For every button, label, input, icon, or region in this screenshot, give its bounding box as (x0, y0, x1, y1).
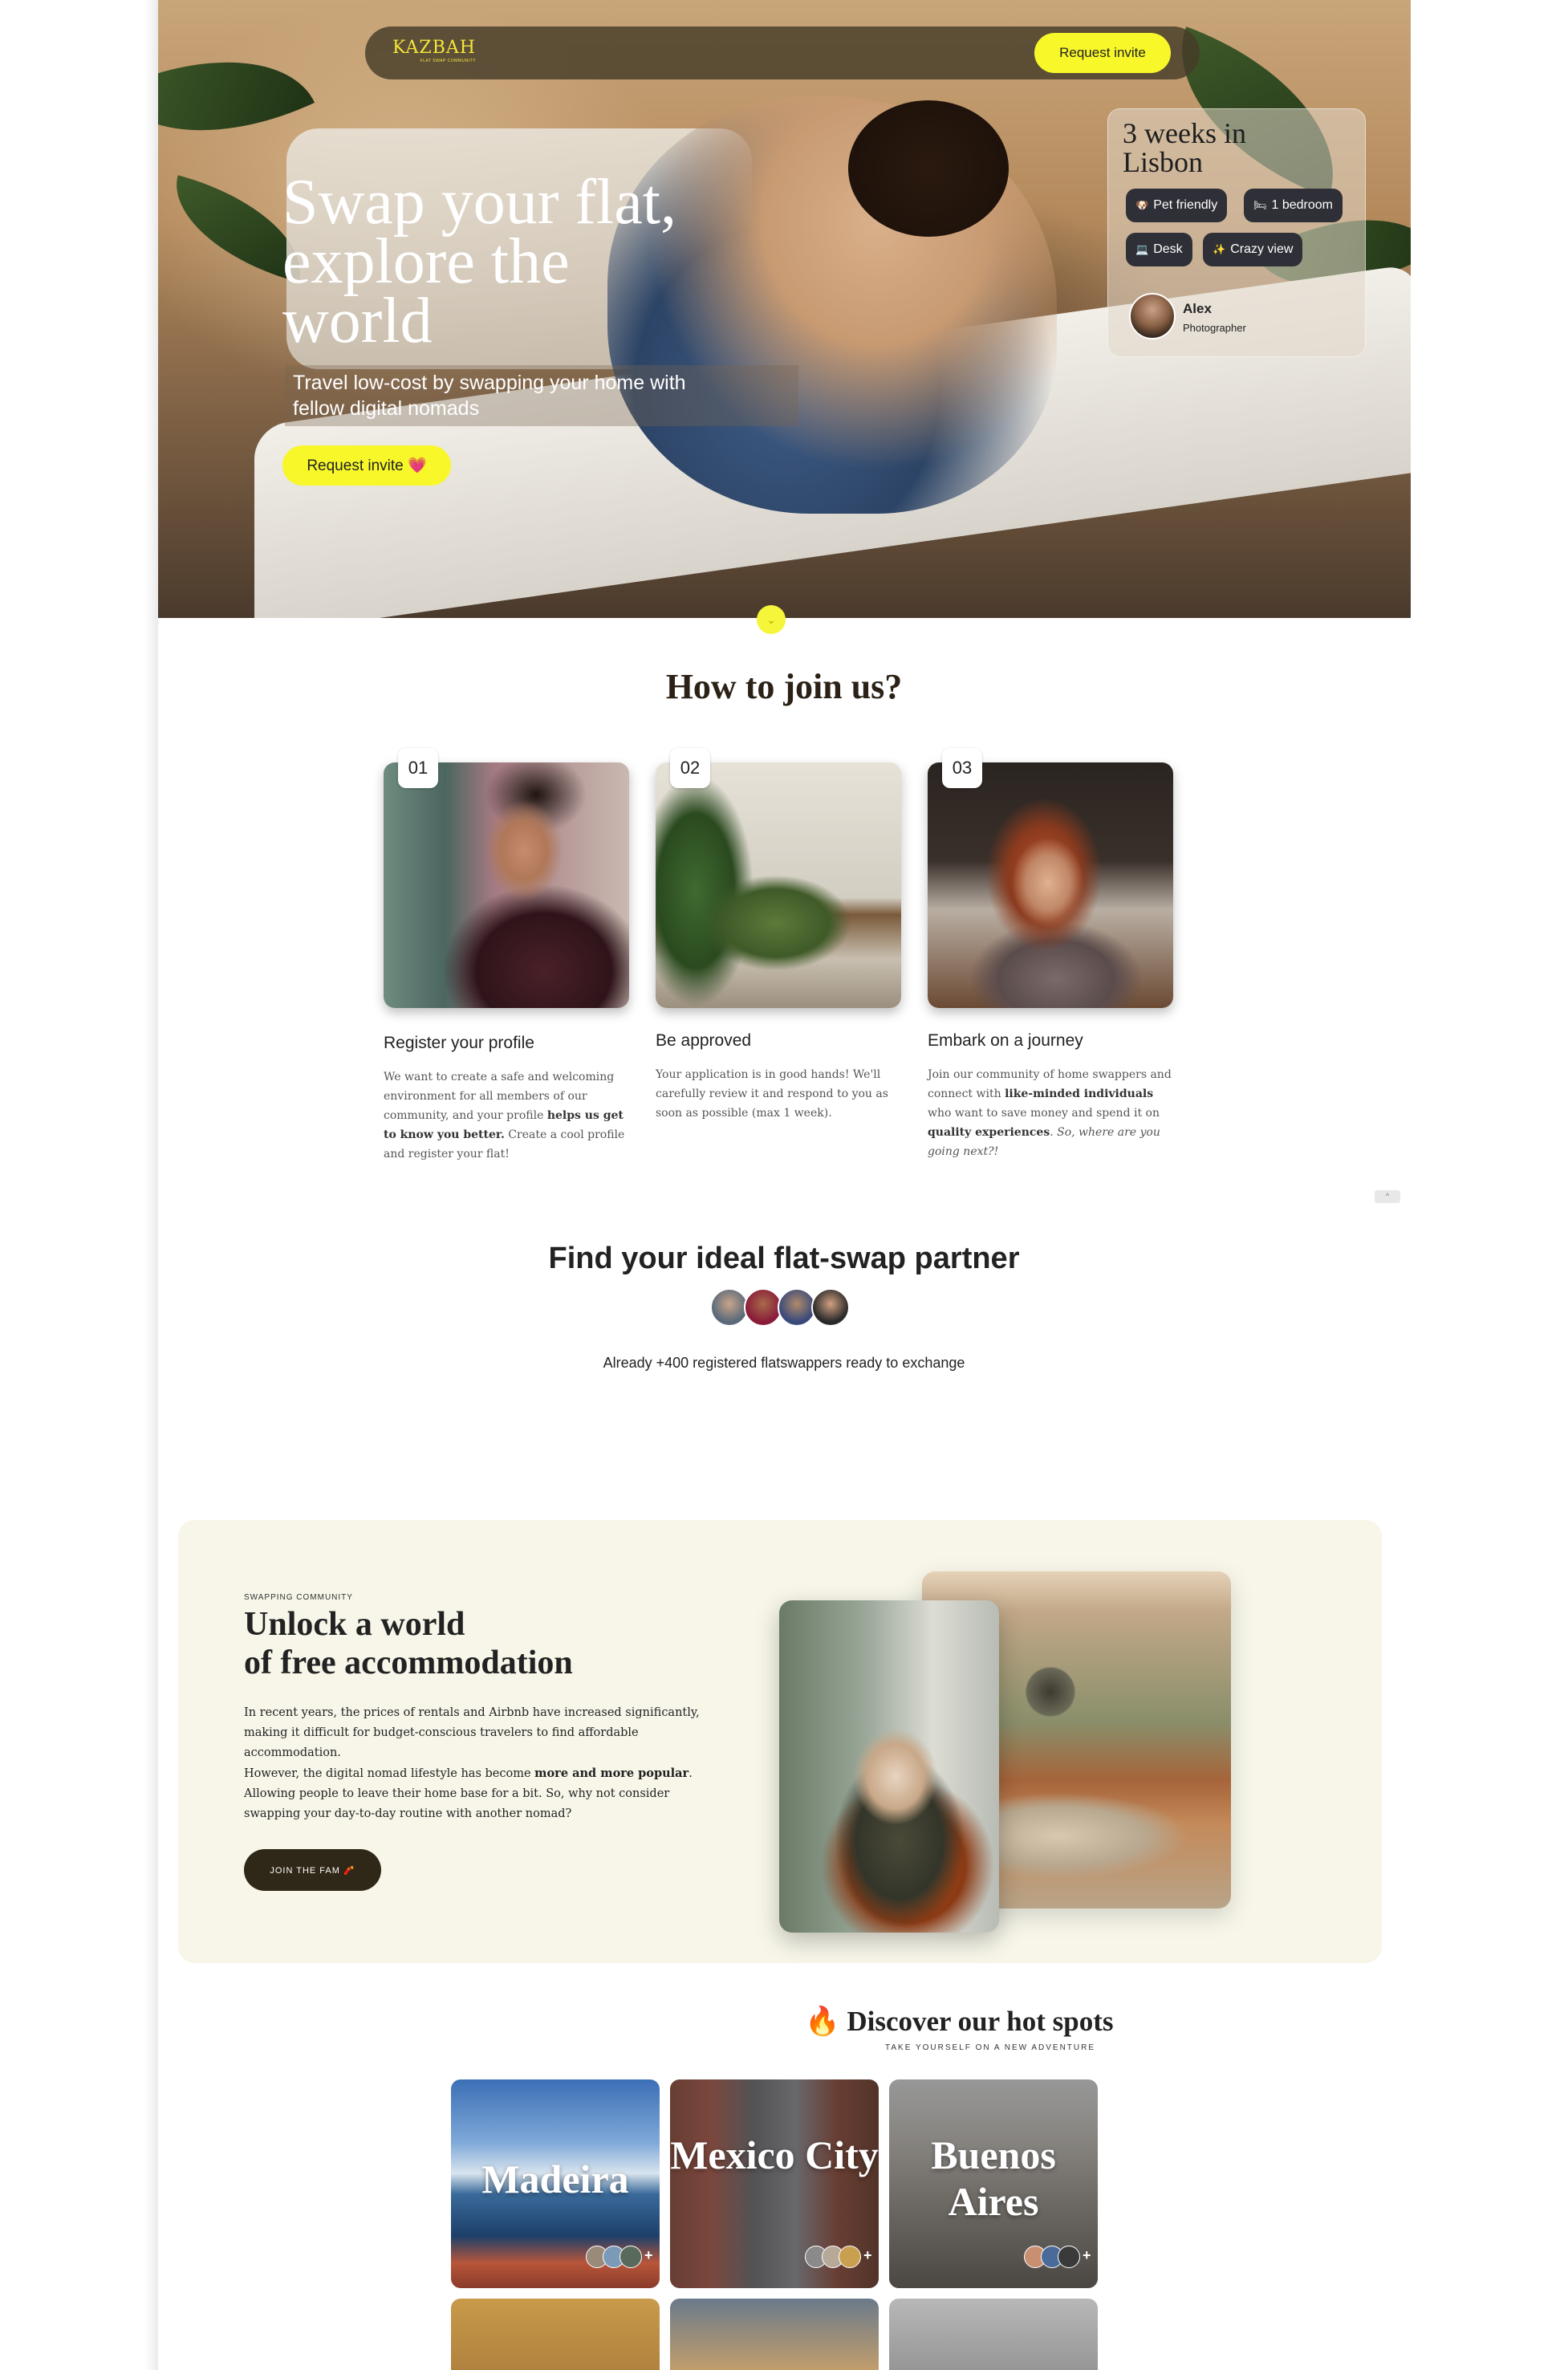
tag-label: Desk (1153, 242, 1183, 256)
unlock-eyebrow: SWAPPING COMMUNITY (244, 1593, 353, 1602)
step-2-photo (656, 762, 901, 1008)
woman-in-chair-photo (779, 1600, 999, 1933)
logo[interactable]: KAZBAH FLAT SWAP COMMUNITY (392, 38, 476, 63)
nav-request-invite-button[interactable]: Request invite (1034, 33, 1171, 73)
back-to-top-button[interactable]: ^ (1375, 1190, 1400, 1203)
member-avatar (619, 2246, 642, 2268)
city-name: Buenos Aires (931, 2132, 1056, 2224)
tag-pet-friendly: 🐶 Pet friendly (1126, 189, 1228, 222)
dog-icon: 🐶 (1135, 199, 1149, 211)
step-2-title: Be approved (656, 1031, 752, 1050)
member-avatar (744, 1288, 782, 1327)
find-partner-title: Find your ideal flat-swap partner (548, 1242, 1020, 1275)
hero-section: KAZBAH FLAT SWAP COMMUNITY Request invit… (158, 0, 1411, 618)
join-the-fam-button[interactable]: JOIN THE FAM 🧨 (244, 1849, 381, 1891)
unlock-section: SWAPPING COMMUNITY Unlock a world of fre… (178, 1520, 1382, 1963)
para-bold: more and more popular (534, 1766, 689, 1780)
step-3-number: 03 (942, 748, 982, 788)
city-card-more[interactable] (670, 2299, 879, 2370)
hero-title: Swap your flat, explore the world (282, 167, 677, 356)
para-text: However, the digital nomad lifestyle has… (244, 1767, 535, 1780)
step-3-title: Embark on a journey (928, 1031, 1083, 1050)
host-role: Photographer (1183, 322, 1246, 334)
tag-desk: 💻 Desk (1126, 233, 1192, 266)
logo-wordmark: KAZBAH (392, 38, 476, 58)
scroll-down-icon[interactable]: ⌄ (757, 605, 786, 634)
laptop-icon: 💻 (1135, 243, 1149, 255)
city-card-buenos-aires[interactable]: Buenos Aires + (889, 2079, 1098, 2288)
step-3-desc: Join our community of home swappers and … (928, 1065, 1173, 1161)
desc-bold: like-minded individuals (1005, 1087, 1154, 1100)
unlock-paragraph-2: However, the digital nomad lifestyle has… (244, 1763, 725, 1824)
step-2-desc: Your application is in good hands! We'll… (656, 1068, 888, 1120)
member-avatar (778, 1288, 816, 1327)
hot-spots-subtitle: TAKE YOURSELF ON A NEW ADVENTURE (885, 2043, 1096, 2052)
how-to-join-title: How to join us? (665, 667, 903, 706)
desc-text: . (1050, 1126, 1058, 1139)
tag-label: 1 bedroom (1271, 198, 1334, 212)
tag-label: Crazy view (1230, 242, 1294, 256)
more-members-icon: + (863, 2247, 872, 2263)
step-1-title: Register your profile (384, 1034, 534, 1052)
tag-bedroom: 🛏 1 bedroom (1244, 189, 1343, 222)
step-1-number: 01 (398, 748, 438, 788)
desc-bold: quality experiences (928, 1126, 1050, 1139)
more-members-icon: + (1083, 2247, 1091, 2263)
host-name: Alex (1183, 301, 1212, 316)
step-2-number: 02 (670, 748, 710, 788)
city-card-mexico-city[interactable]: Mexico City + (670, 2079, 879, 2288)
hero-request-invite-button[interactable]: Request invite 💗 (282, 445, 451, 486)
step-3-photo (928, 762, 1173, 1008)
bed-icon: 🛏 (1253, 199, 1267, 211)
member-avatar (811, 1288, 850, 1327)
hot-spots-title: 🔥 Discover our hot spots (805, 2006, 1114, 2037)
host-avatar (1129, 293, 1176, 339)
city-name: Madeira (481, 2157, 629, 2201)
logo-tagline: FLAT SWAP COMMUNITY (420, 59, 476, 63)
member-avatar (1058, 2246, 1080, 2268)
hero-subtitle: Travel low-cost by swapping your home wi… (285, 365, 798, 426)
tag-label: Pet friendly (1153, 198, 1218, 212)
city-card-more[interactable] (451, 2299, 660, 2370)
unlock-title: Unlock a world of free accommodation (244, 1606, 573, 1681)
member-avatar (839, 2246, 861, 2268)
unlock-paragraph-1: In recent years, the prices of rentals a… (244, 1706, 700, 1759)
member-avatar (710, 1288, 749, 1327)
sparkles-icon: ✨ (1213, 243, 1226, 255)
tag-crazy-view: ✨ Crazy view (1203, 233, 1303, 266)
page-left-gutter (0, 0, 158, 2370)
city-card-madeira[interactable]: Madeira + (451, 2079, 660, 2288)
desc-text: who want to save money and spend it on (928, 1107, 1160, 1120)
more-members-icon: + (644, 2247, 653, 2263)
step-1-desc: We want to create a safe and welcoming e… (384, 1067, 629, 1164)
step-1-photo (384, 762, 629, 1008)
top-nav-bar: KAZBAH FLAT SWAP COMMUNITY Request invit… (365, 26, 1200, 79)
hero-person-hair (848, 100, 1009, 237)
listing-card-title: 3 weeks in Lisbon (1123, 117, 1246, 178)
registered-count-text: Already +400 registered flatswappers rea… (603, 1355, 965, 1371)
city-name: Mexico City (670, 2132, 879, 2177)
city-card-more[interactable] (889, 2299, 1098, 2370)
